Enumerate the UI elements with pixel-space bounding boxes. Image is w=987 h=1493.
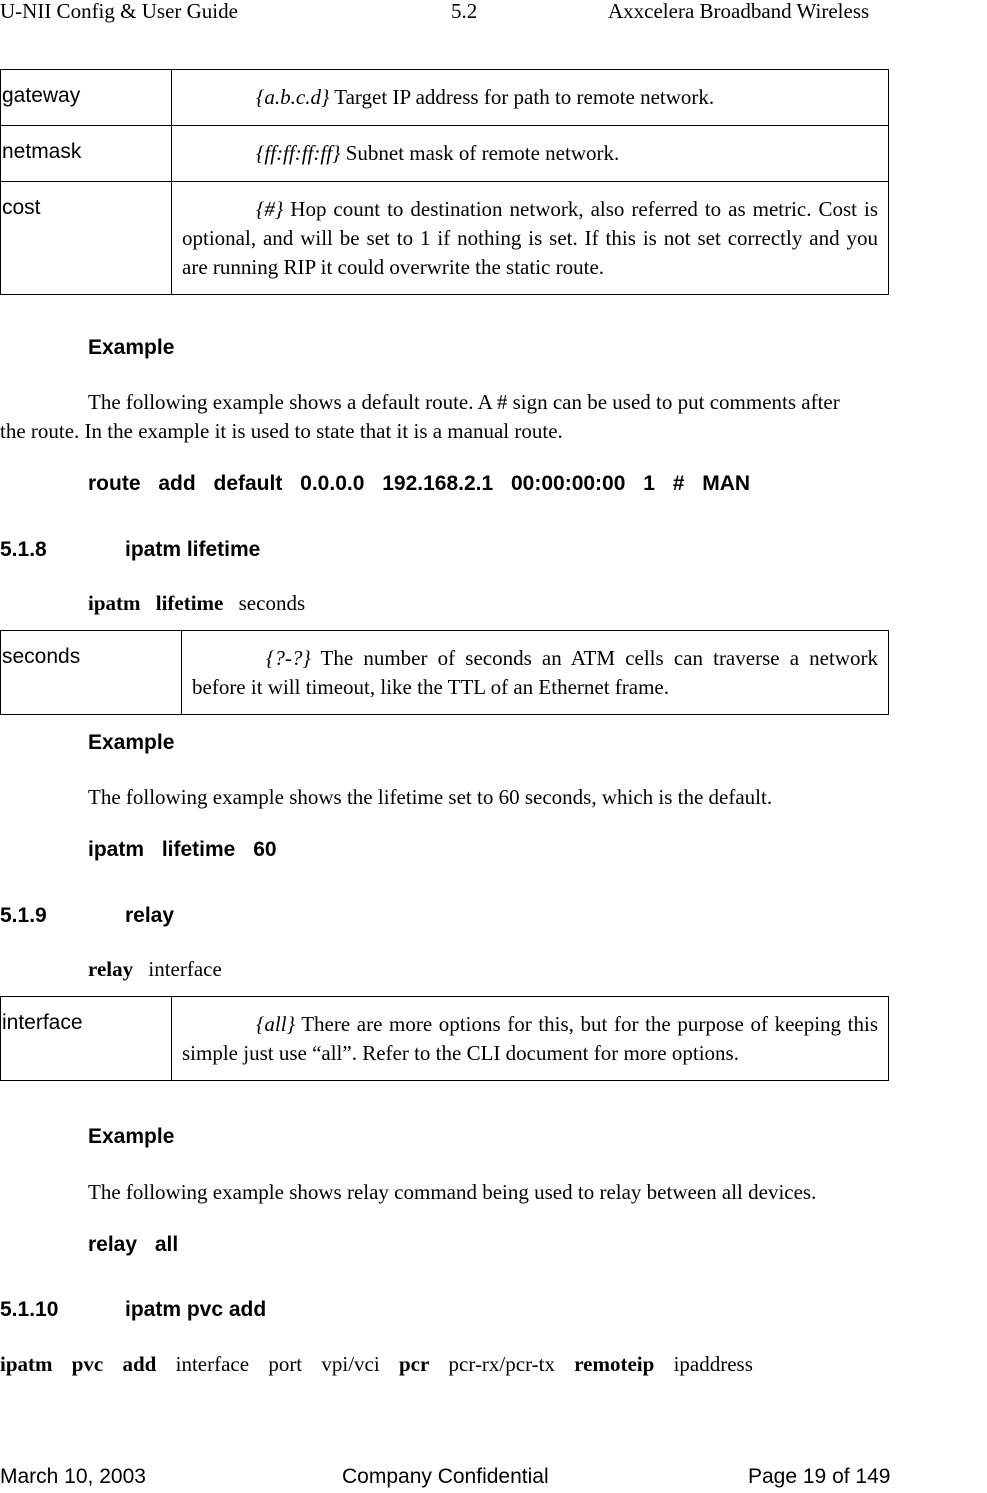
table-row: netmask {ff:ff:ff:ff} Subnet mask of rem… (0, 125, 889, 182)
table-row: cost {#} Hop count to destination networ… (0, 181, 889, 295)
syntax-keyword: pvc (71, 1352, 104, 1376)
command-syntax: ipatm lifetime seconds (88, 591, 305, 616)
syntax-keyword: lifetime (155, 591, 224, 615)
param-description: Target IP address for path to remote net… (329, 85, 715, 109)
syntax-keyword: pcr (398, 1352, 430, 1376)
example-text-line2: the route. In the example it is used to … (0, 419, 563, 443)
section-number: 5.1.8 (0, 538, 47, 561)
footer-date: March 10, 2003 (0, 1465, 146, 1488)
param-name: cost (2, 196, 41, 219)
syntax-arg: vpi/vci (321, 1352, 380, 1376)
example-heading: Example (88, 336, 175, 359)
param-format: {a.b.c.d} (256, 85, 330, 109)
route-params-table: gateway {a.b.c.d} Target IP address for … (0, 69, 889, 295)
param-name: seconds (2, 645, 81, 668)
relay-params-table: interface {all} There are more options f… (0, 996, 889, 1081)
example-text: The following example shows relay comman… (88, 1180, 817, 1204)
param-description: Subnet mask of remote network. (340, 141, 620, 165)
section-number: 5.1.10 (0, 1298, 59, 1321)
param-name: netmask (2, 140, 82, 163)
header-doc-title: U-NII Config & User Guide (0, 0, 238, 23)
param-format: {#} (256, 197, 284, 221)
example-text: The following example shows the lifetime… (88, 785, 773, 809)
param-description: Hop count to destination network, also r… (182, 197, 878, 279)
syntax-keyword: ipatm (88, 591, 141, 615)
syntax-arg: port (268, 1352, 303, 1376)
example-text-line1: The following example shows a default ro… (88, 390, 840, 414)
syntax-arg: seconds (238, 591, 306, 615)
example-heading: Example (88, 1125, 175, 1148)
syntax-keyword: relay (88, 957, 134, 981)
table-row: interface {all} There are more options f… (0, 996, 889, 1081)
command-syntax: ipatm pvc add interface port vpi/vci pcr… (0, 1352, 753, 1377)
section-title: relay (125, 904, 175, 927)
example-heading: Example (88, 731, 175, 754)
section-number: 5.1.9 (0, 904, 47, 927)
param-name: gateway (2, 84, 81, 107)
syntax-keyword: add (122, 1352, 157, 1376)
param-format: {all} (256, 1012, 295, 1036)
example-command: ipatm lifetime 60 (88, 838, 277, 861)
table-row: gateway {a.b.c.d} Target IP address for … (0, 69, 889, 126)
param-format: {ff:ff:ff:ff} (256, 141, 341, 165)
header-version: 5.2 (451, 0, 478, 23)
footer-confidential: Company Confidential (342, 1465, 549, 1488)
param-format: {?-?} (266, 646, 311, 670)
example-command: relay all (88, 1233, 179, 1256)
lifetime-params-table: seconds {?-?} The number of seconds an A… (0, 630, 889, 715)
syntax-arg: ipaddress (673, 1352, 753, 1376)
footer-page-number: Page 19 of 149 (748, 1465, 891, 1488)
syntax-arg: interface (148, 957, 222, 981)
syntax-keyword: ipatm (0, 1352, 53, 1376)
table-row: seconds {?-?} The number of seconds an A… (0, 630, 889, 715)
syntax-keyword: remoteip (574, 1352, 655, 1376)
section-title: ipatm lifetime (125, 538, 261, 561)
param-name: interface (2, 1011, 83, 1034)
syntax-arg: pcr-rx/pcr-tx (448, 1352, 555, 1376)
command-syntax: relay interface (88, 957, 222, 982)
header-company: Axxcelera Broadband Wireless (608, 0, 870, 23)
section-title: ipatm pvc add (125, 1298, 267, 1321)
syntax-arg: interface (175, 1352, 250, 1376)
example-command: route add default 0.0.0.0 192.168.2.1 00… (88, 472, 751, 495)
